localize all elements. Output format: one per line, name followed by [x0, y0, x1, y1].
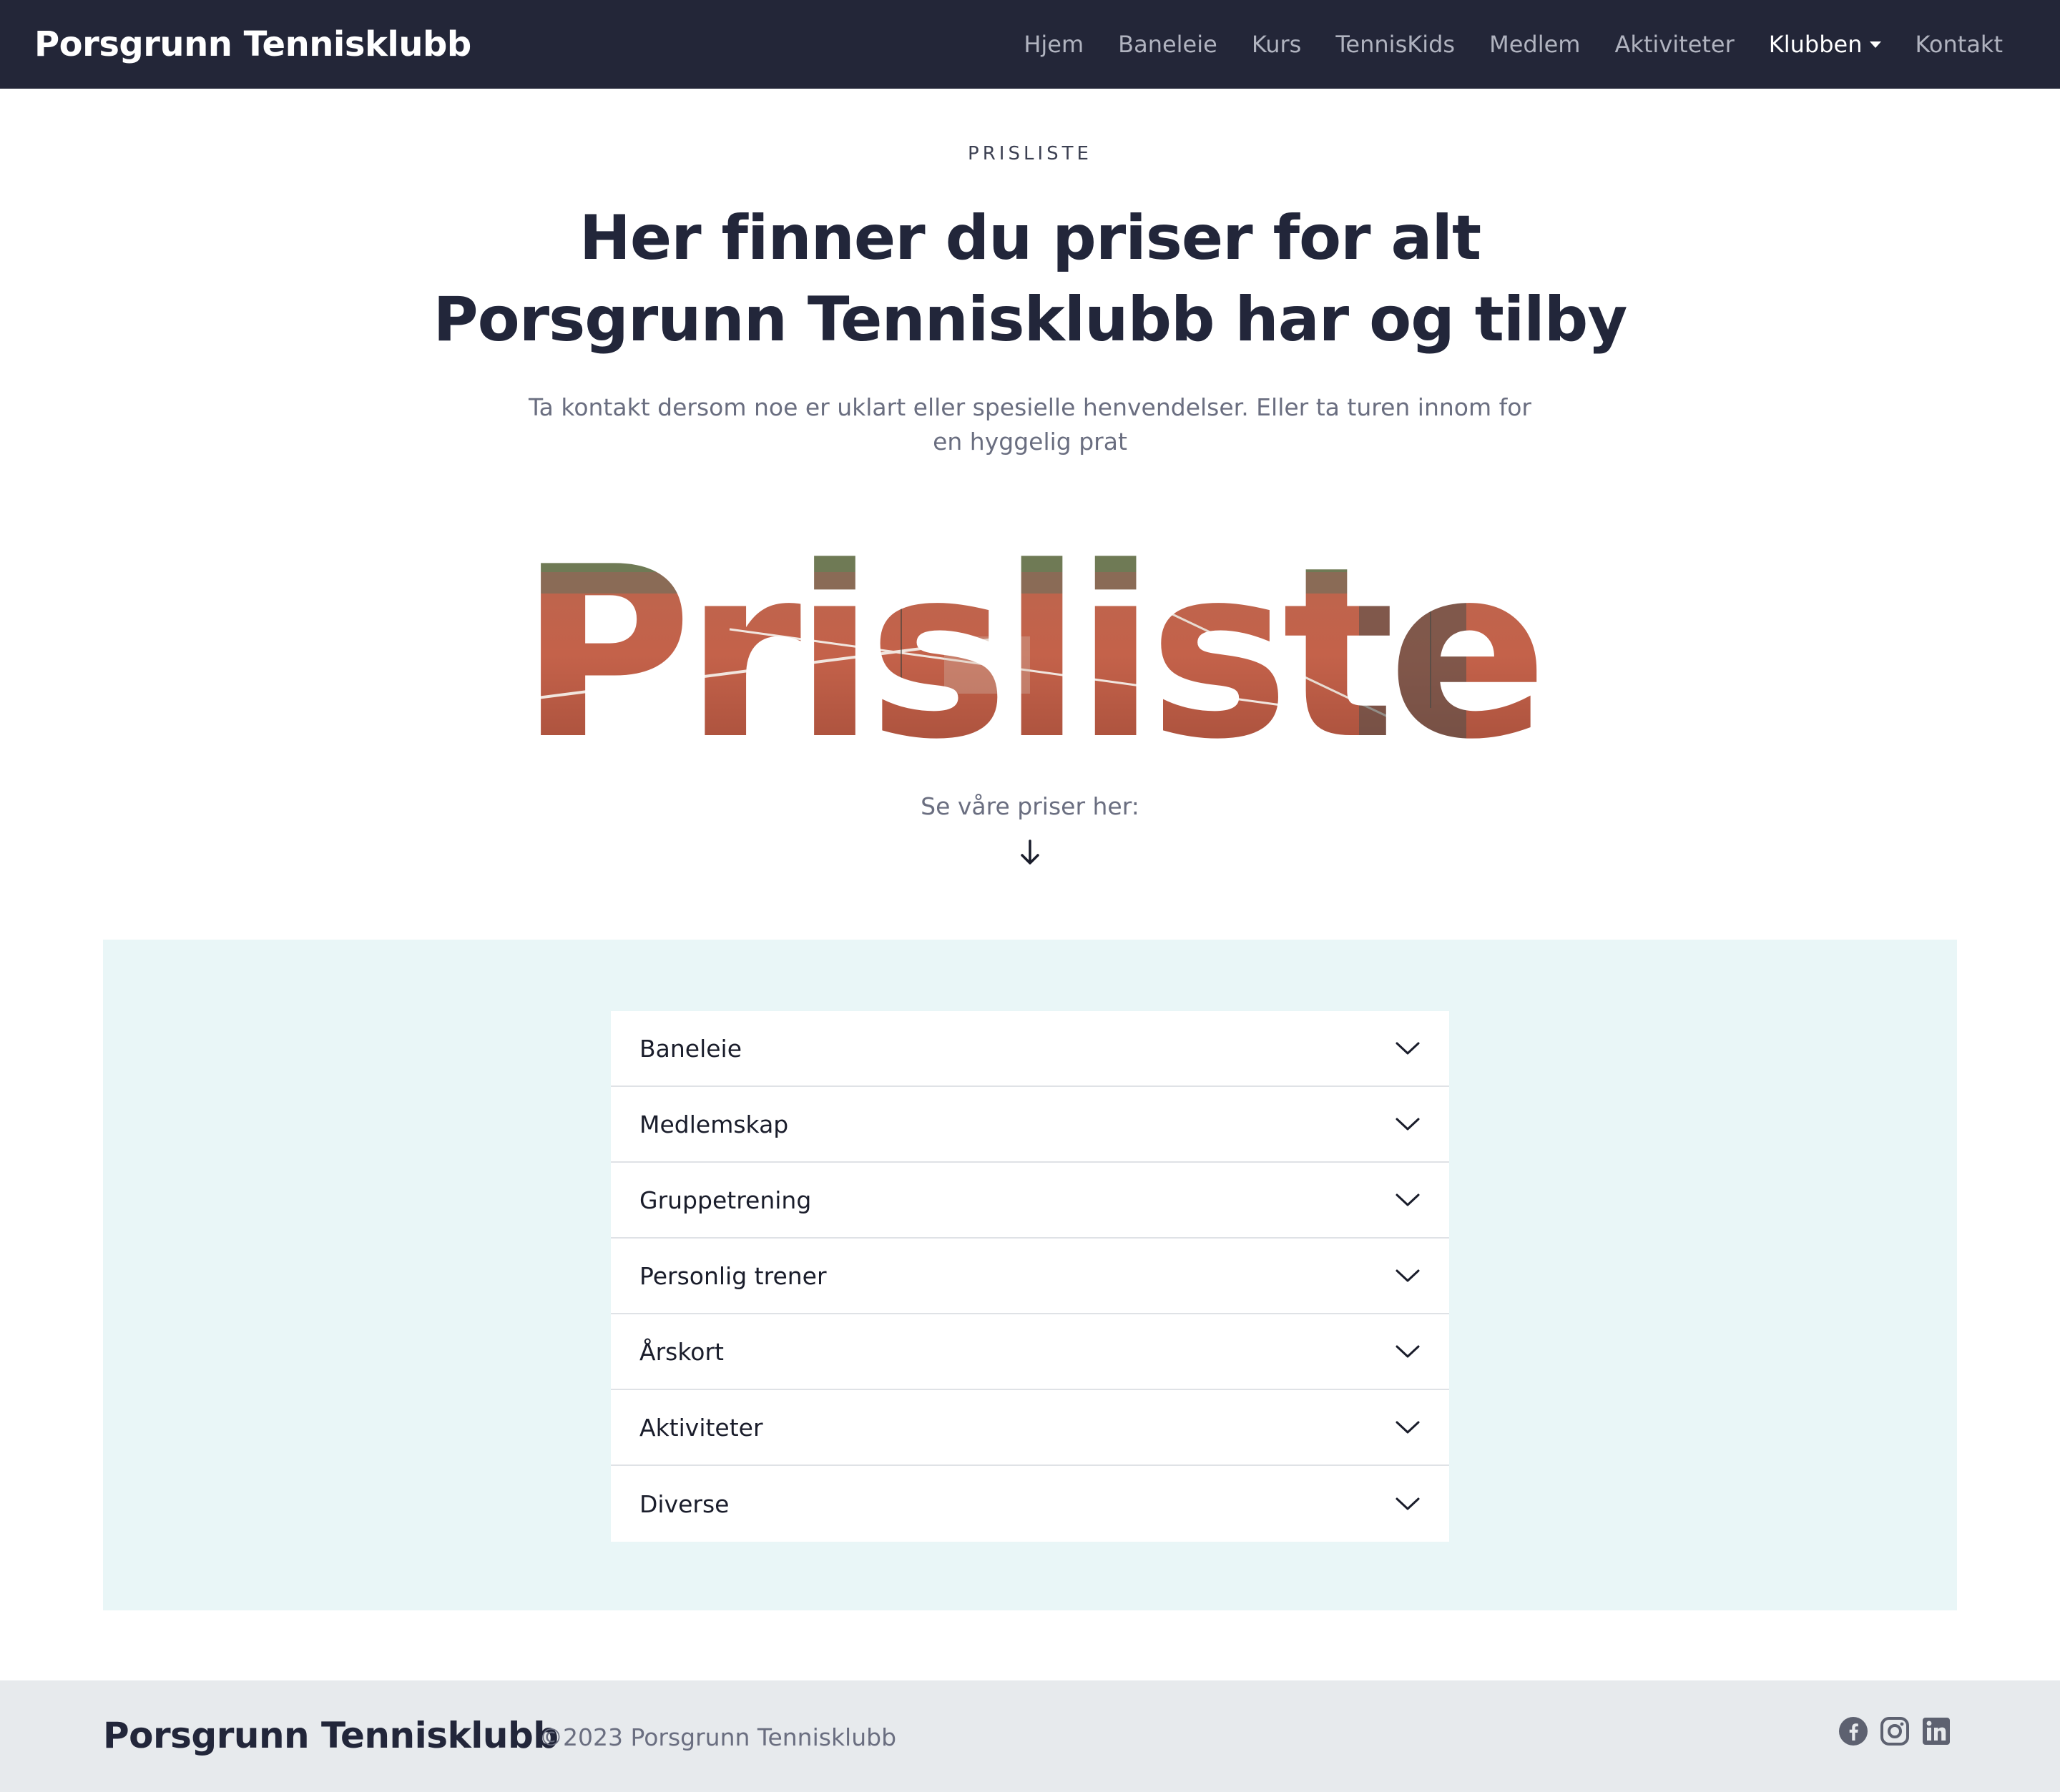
nav-link-baneleie[interactable]: Baneleie [1118, 31, 1217, 58]
nav-link-kontakt[interactable]: Kontakt [1916, 31, 2003, 58]
accordion-label: Aktiviteter [639, 1413, 763, 1442]
instagram-icon[interactable] [1880, 1716, 1910, 1746]
site-brand[interactable]: Porsgrunn Tennisklubb [34, 21, 471, 67]
chevron-down-icon [1396, 1118, 1420, 1131]
site-footer: Porsgrunn Tennisklubb ©2023 Porsgrunn Te… [0, 1680, 2060, 1792]
section-eyebrow: PRISLISTE [968, 143, 1092, 164]
price-accordion: Baneleie Medlemskap Gruppetrening Person… [611, 1011, 1449, 1542]
prisliste-word: Prisliste [519, 529, 1541, 758]
social-links [1838, 1716, 1951, 1746]
accordion-item-arskort[interactable]: Årskort [611, 1314, 1449, 1390]
headline-line-1: Her finner du priser for alt [579, 202, 1481, 274]
chevron-down-icon [1396, 1345, 1420, 1358]
chevron-down-icon [1396, 1193, 1420, 1206]
top-navbar: Porsgrunn Tennisklubb Hjem Baneleie Kurs… [0, 0, 2060, 89]
chevron-down-icon [1396, 1421, 1420, 1434]
chevron-down-icon [1396, 1042, 1420, 1055]
nav-links: Hjem Baneleie Kurs TennisKids Medlem Akt… [1024, 0, 2003, 89]
nav-link-hjem[interactable]: Hjem [1024, 31, 1084, 58]
accordion-item-gruppetrening[interactable]: Gruppetrening [611, 1163, 1449, 1239]
accordion-label: Diverse [639, 1490, 730, 1518]
headline-line-2: Porsgrunn Tennisklubb har og tilby [433, 284, 1628, 355]
accordion-label: Medlemskap [639, 1110, 789, 1138]
prisliste-image-text: Prisliste [519, 529, 1545, 758]
nav-link-aktiviteter[interactable]: Aktiviteter [1614, 31, 1734, 58]
see-prices-label: Se våre priser her: [921, 792, 1139, 820]
accordion-item-personlig-trener[interactable]: Personlig trener [611, 1239, 1449, 1314]
nav-dropdown-klubben[interactable]: Klubben [1769, 31, 1881, 58]
accordion-item-aktiviteter[interactable]: Aktiviteter [611, 1390, 1449, 1466]
arrow-down-icon[interactable] [1017, 838, 1043, 867]
nav-link-tenniskids[interactable]: TennisKids [1335, 31, 1455, 58]
nav-link-kurs[interactable]: Kurs [1252, 31, 1302, 58]
accordion-item-baneleie[interactable]: Baneleie [611, 1011, 1449, 1087]
chevron-down-icon [1396, 1269, 1420, 1282]
footer-brand[interactable]: Porsgrunn Tennisklubb [103, 1715, 559, 1756]
linkedin-icon[interactable] [1921, 1716, 1951, 1746]
accordion-label: Årskort [639, 1337, 724, 1366]
hero-subtext: Ta kontakt dersom noe er uklart eller sp… [528, 393, 1531, 456]
accordion-item-medlemskap[interactable]: Medlemskap [611, 1087, 1449, 1163]
caret-down-icon [1869, 41, 1881, 48]
chevron-down-icon [1396, 1497, 1420, 1510]
nav-dropdown-label: Klubben [1768, 31, 1863, 58]
accordion-label: Baneleie [639, 1034, 742, 1063]
facebook-icon[interactable] [1838, 1716, 1868, 1746]
accordion-label: Personlig trener [639, 1261, 827, 1290]
copyright-text: ©2023 Porsgrunn Tennisklubb [539, 1723, 897, 1751]
page-headline: Her finner du priser for alt Porsgrunn T… [0, 197, 2060, 360]
accordion-label: Gruppetrening [639, 1186, 812, 1214]
accordion-item-diverse[interactable]: Diverse [611, 1466, 1449, 1542]
nav-link-medlem[interactable]: Medlem [1489, 31, 1580, 58]
